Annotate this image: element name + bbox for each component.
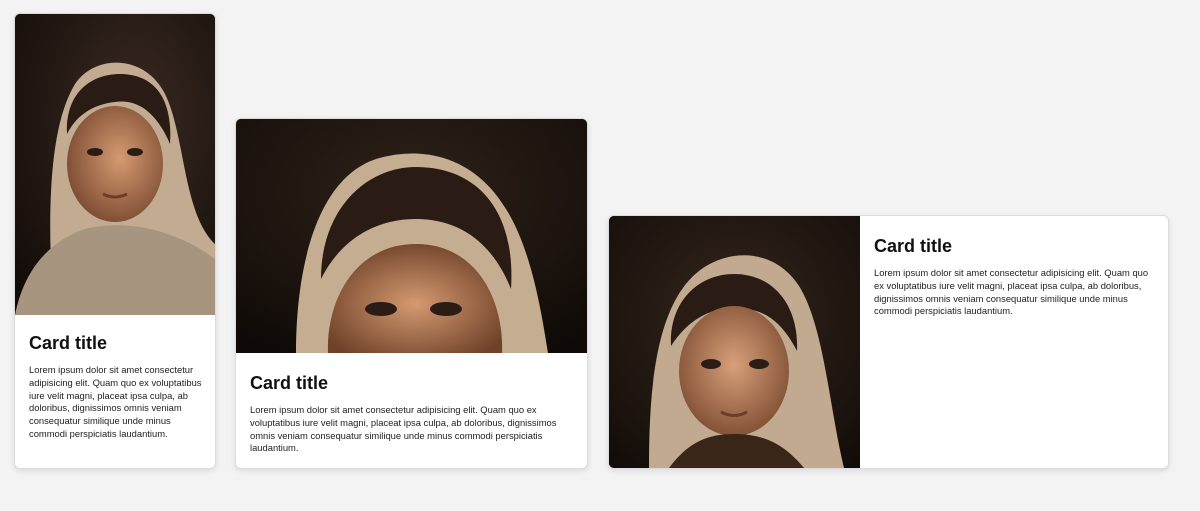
card-text: Lorem ipsum dolor sit amet consectetur a… bbox=[874, 267, 1149, 317]
portrait-photo bbox=[15, 14, 215, 315]
card-image bbox=[609, 216, 860, 468]
card-text: Lorem ipsum dolor sit amet consectetur a… bbox=[29, 364, 202, 439]
portrait-photo bbox=[236, 119, 587, 353]
card-title: Card title bbox=[250, 373, 329, 393]
card-body: Card title Lorem ipsum dolor sit amet co… bbox=[250, 372, 574, 455]
card-title: Card title bbox=[29, 333, 108, 353]
card-portrait: Card title Lorem ipsum dolor sit amet co… bbox=[14, 13, 216, 469]
card-body: Card title Lorem ipsum dolor sit amet co… bbox=[29, 332, 205, 441]
card-image bbox=[15, 14, 215, 315]
portrait-photo bbox=[609, 216, 860, 468]
card-landscape: Card title Lorem ipsum dolor sit amet co… bbox=[235, 118, 588, 469]
card-text: Lorem ipsum dolor sit amet consectetur a… bbox=[250, 404, 557, 454]
card-horizontal: Card title Lorem ipsum dolor sit amet co… bbox=[608, 215, 1169, 469]
card-body: Card title Lorem ipsum dolor sit amet co… bbox=[874, 235, 1158, 318]
card-title: Card title bbox=[874, 236, 953, 256]
card-image bbox=[236, 119, 587, 353]
